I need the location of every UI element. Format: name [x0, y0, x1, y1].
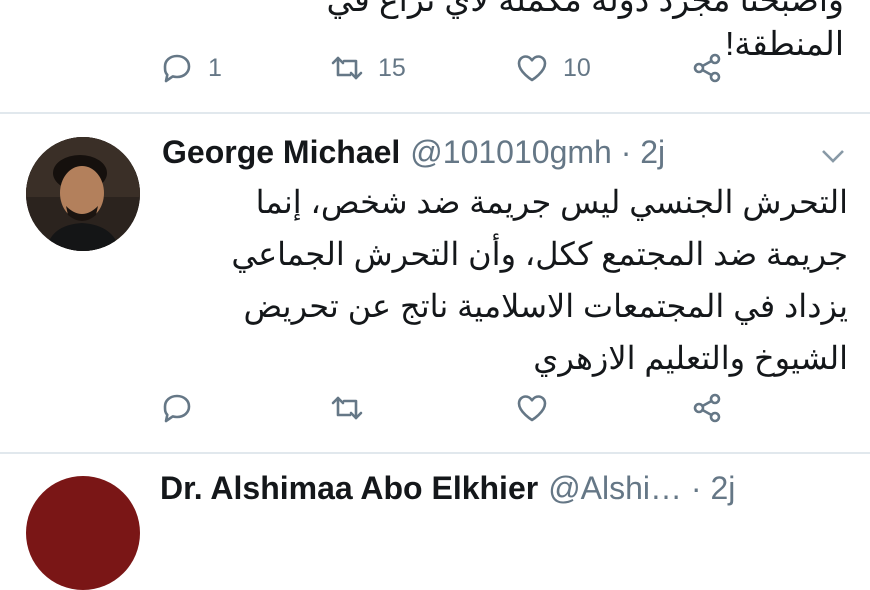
reply-icon [163, 394, 191, 423]
avatar-image [26, 137, 140, 251]
heart-icon [517, 55, 547, 82]
tweet-menu-button[interactable] [818, 145, 848, 167]
retweet-button[interactable]: 15 [330, 51, 406, 85]
share-button[interactable] [690, 51, 724, 85]
like-count: 10 [563, 53, 591, 82]
retweet-count: 15 [378, 53, 406, 82]
avatar[interactable] [26, 476, 140, 590]
like-button[interactable]: 10 [515, 51, 591, 85]
reply-count: 1 [208, 53, 222, 82]
tweet-line: جريمة ضد المجتمع ككل، وأن التحرش الجماعي [231, 236, 848, 272]
tweet-header: Dr. Alshimaa Abo Elkhier @Alshi… · 2j [160, 470, 735, 507]
retweet-icon [331, 56, 363, 80]
tweet-line: يزداد في المجتمعات الاسلامية ناتج عن تحر… [243, 288, 848, 324]
tweet-line: التحرش الجنسي ليس جريمة ضد شخص، إنما [255, 184, 848, 220]
retweet-icon [331, 396, 363, 420]
share-icon [693, 53, 721, 83]
tweet-actions [160, 391, 760, 431]
tweet-header: George Michael @101010gmh · 2j [162, 134, 665, 171]
tweet-text: التحرش الجنسي ليس جريمة ضد شخص، إنما جري… [160, 176, 848, 384]
author-name[interactable]: George Michael [162, 134, 400, 170]
retweet-button[interactable] [330, 391, 378, 425]
divider [0, 452, 870, 454]
reply-icon [163, 54, 191, 83]
share-icon [693, 393, 721, 423]
chevron-down-icon [822, 150, 844, 163]
reply-button[interactable] [160, 391, 208, 425]
tweet-line: الشيوخ والتعليم الازهري [533, 340, 848, 376]
avatar[interactable] [26, 137, 140, 251]
author-name[interactable]: Dr. Alshimaa Abo Elkhier [160, 470, 538, 506]
author-handle[interactable]: @Alshi… · 2j [548, 470, 735, 506]
reply-button[interactable]: 1 [160, 51, 222, 85]
heart-icon [517, 395, 547, 422]
like-button[interactable] [515, 391, 563, 425]
author-handle[interactable]: @101010gmh · 2j [410, 134, 665, 170]
divider [0, 112, 870, 114]
tweet-actions: 1 15 10 [160, 51, 760, 91]
share-button[interactable] [690, 391, 724, 425]
